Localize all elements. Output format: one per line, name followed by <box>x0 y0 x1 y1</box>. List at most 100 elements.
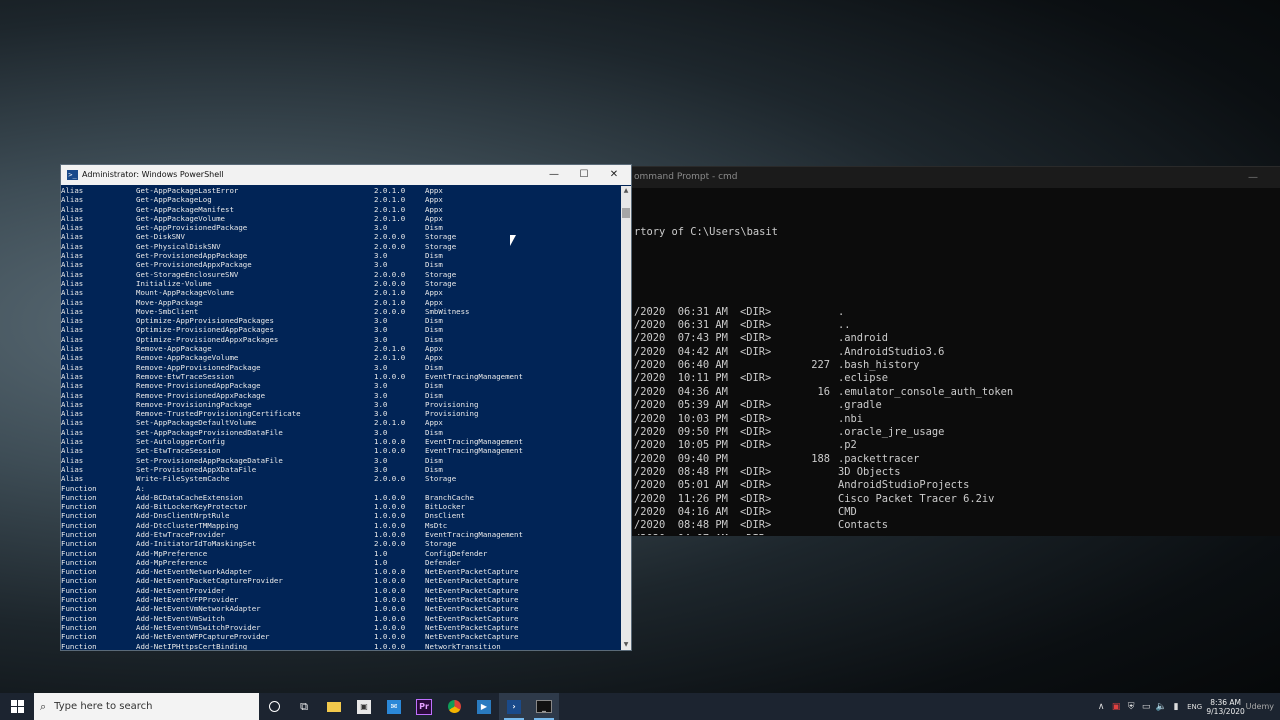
cmd-window[interactable]: ommand Prompt - cmd — rtory of C:\Users\… <box>626 166 1280 536</box>
ps-row-command-type: Alias <box>61 297 84 307</box>
ps-row-command-name: Add-NetEventVmSwitchProvider <box>136 622 261 632</box>
security-icon[interactable]: ⛨ <box>1124 702 1139 712</box>
ps-row-version: 1.0.0.0 <box>374 502 406 512</box>
ps-row-version: 2.0.0.0 <box>374 241 406 251</box>
media-app-button[interactable]: ▶ <box>469 693 499 720</box>
ps-command-row: Alias Get-PhysicalDiskSNV 2.0.0.0 Storage <box>61 242 621 251</box>
ps-row-version: 2.0.0.0 <box>374 278 406 288</box>
ps-row-command-type: Alias <box>61 371 84 381</box>
microphone-icon[interactable]: ▮ <box>1169 702 1184 712</box>
powershell-icon: >_ <box>67 170 78 180</box>
ps-row-version: 2.0.0.0 <box>374 269 406 279</box>
cmd-row-name: 3D Objects <box>838 465 901 478</box>
ps-command-row: Alias Get-ProvisionedAppPackage 3.0 Dism <box>61 251 621 260</box>
powershell-titlebar[interactable]: >_ Administrator: Windows PowerShell — ☐… <box>61 165 631 185</box>
cmd-row-datetime: /2020 05:01 AM <box>634 479 740 492</box>
minimize-button[interactable]: — <box>539 165 569 185</box>
ps-row-source: NetworkTransition <box>425 641 501 650</box>
cmd-row-name: .packettracer <box>838 452 920 465</box>
start-button[interactable] <box>0 693 34 720</box>
powershell-output[interactable]: Alias Get-AppPackageLastError 2.0.1.0 Appx A… <box>61 186 621 650</box>
cmd-row-datetime: /2020 08:48 PM <box>634 519 740 532</box>
scroll-down-arrow-icon[interactable]: ▼ <box>621 640 631 650</box>
ps-command-row: Alias Remove-AppProvisionedPackage 3.0 Dism <box>61 363 621 372</box>
ps-row-source: Dism <box>425 325 443 335</box>
cmd-row-size: 16 <box>817 385 830 398</box>
ps-row-version: 2.0.1.0 <box>374 344 406 354</box>
ps-row-command-type: Function <box>61 557 97 567</box>
antivirus-icon[interactable]: ▣ <box>1109 702 1124 712</box>
ps-row-command-name: Add-DtcClusterTMMapping <box>136 520 239 530</box>
language-indicator[interactable]: ENG <box>1184 703 1206 711</box>
ps-row-command-type: Alias <box>61 213 84 223</box>
ps-row-command-type: Function <box>61 529 97 539</box>
ps-command-row: Function Add-NetEventVmSwitch 1.0.0.0 NetEv… <box>61 614 621 623</box>
task-view-button[interactable]: ⧉ <box>289 693 319 720</box>
ps-row-command-name: Remove-TrustedProvisioningCertificate <box>136 409 301 419</box>
cmd-listing-row: /2020 09:40 PM 188 .packettracer <box>634 453 1280 466</box>
cmd-row-name: .emulator_console_auth_token <box>838 385 1014 398</box>
ps-row-version: 1.0.0.0 <box>374 520 406 530</box>
ps-row-version: 2.0.0.0 <box>374 306 406 316</box>
ps-row-command-type: Function <box>61 492 97 502</box>
network-icon[interactable]: ▭ <box>1139 702 1154 712</box>
cmd-row-dir-flag: <DIR> <box>740 479 772 492</box>
powershell-window[interactable]: >_ Administrator: Windows PowerShell — ☐… <box>60 164 632 651</box>
ps-row-command-type: Alias <box>61 316 84 326</box>
cmd-row-date: /2020 <box>634 425 666 438</box>
ps-row-command-type: Alias <box>61 232 84 242</box>
ps-row-command-type: Alias <box>61 464 84 474</box>
cmd-row-date: /2020 <box>634 533 665 535</box>
cmd-output[interactable]: rtory of C:\Users\basit /2020 06:31 AM <D… <box>626 188 1280 535</box>
premiere-pro-button[interactable]: Pr <box>409 693 439 720</box>
maximize-button[interactable]: ☐ <box>569 165 599 185</box>
cmd-row-time: 08:48 PM <box>677 465 728 478</box>
powershell-taskbar-button[interactable]: › <box>499 693 529 720</box>
cmd-row-time: 07:43 PM <box>677 332 728 345</box>
volume-icon[interactable]: 🔈 <box>1154 702 1169 712</box>
chrome-button[interactable] <box>439 693 469 720</box>
cmd-minimize-button[interactable]: — <box>1248 167 1258 188</box>
ps-row-command-type: Function <box>61 520 97 530</box>
store-button[interactable]: ▣ <box>349 693 379 720</box>
ps-row-version: 1.0.0.0 <box>374 576 406 586</box>
ps-command-row: Alias Optimize-AppProvisionedPackages 3.0 D… <box>61 316 621 325</box>
chevron-up-icon[interactable]: ∧ <box>1094 702 1109 712</box>
powershell-scrollbar[interactable]: ▲ ▼ <box>621 186 631 650</box>
ps-command-row: Alias Get-AppPackageVolume 2.0.1.0 Appx <box>61 214 621 223</box>
ps-command-row: Alias Initialize-Volume 2.0.0.0 Storage <box>61 279 621 288</box>
ps-row-source: NetEventPacketCapture <box>425 567 519 577</box>
ps-command-row: Alias Set-ProvisionedAppPackageDataFile 3.… <box>61 456 621 465</box>
ps-row-command-name: Initialize-Volume <box>136 278 212 288</box>
ps-row-version: 1.0.0.0 <box>374 641 406 650</box>
ps-command-row: Function Add-NetEventVFPProvider 1.0.0.0 Ne… <box>61 595 621 604</box>
media-app-icon: ▶ <box>477 699 491 714</box>
cmd-row-datetime: /2020 10:11 PM <box>634 372 740 385</box>
ps-row-source: Provisioning <box>425 409 479 419</box>
ps-row-command-name: Add-NetIPHttpsCertBinding <box>136 641 248 650</box>
ps-row-source: Storage <box>425 269 457 279</box>
ps-row-version: 1.0.0.0 <box>374 511 406 521</box>
ps-command-row: Alias Remove-AppPackage 2.0.1.0 Appx <box>61 344 621 353</box>
scroll-up-arrow-icon[interactable]: ▲ <box>621 186 631 196</box>
ps-command-row: Function Add-DtcClusterTMMapping 1.0.0.0 Ms… <box>61 521 621 530</box>
ps-row-version: 1.0.0.0 <box>374 622 406 632</box>
taskbar-search-box[interactable]: ⌕ Type here to search <box>34 693 259 720</box>
cmd-row-datetime: /2020 10:05 PM <box>634 439 740 452</box>
cortana-button[interactable] <box>259 693 289 720</box>
ps-command-row: Alias Move-SmbClient 2.0.0.0 SmbWitness <box>61 307 621 316</box>
close-button[interactable]: ✕ <box>599 165 629 185</box>
taskbar-clock[interactable]: 8:36 AM 9/13/2020 <box>1206 698 1246 716</box>
file-explorer-button[interactable] <box>319 693 349 720</box>
mail-button[interactable]: ✉ <box>379 693 409 720</box>
cmd-titlebar[interactable]: ommand Prompt - cmd — <box>626 167 1280 188</box>
scrollbar-thumb[interactable] <box>622 208 630 218</box>
ps-row-version: 1.0.0.0 <box>374 437 406 447</box>
ps-row-version: 2.0.1.0 <box>374 297 406 307</box>
ps-row-command-name: Set-ProvisionedAppXDataFile <box>136 464 257 474</box>
ps-command-row: Function Add-NetEventVmNetworkAdapter 1.0.… <box>61 604 621 613</box>
cmd-taskbar-button[interactable]: _ <box>529 693 559 720</box>
ps-command-row: Function Add-NetEventWFPCaptureProvider 1.… <box>61 632 621 641</box>
cmd-listing-row: /2020 05:39 AM <DIR> .gradle <box>634 399 1280 412</box>
ps-row-version: 1.0.0.0 <box>374 446 406 456</box>
